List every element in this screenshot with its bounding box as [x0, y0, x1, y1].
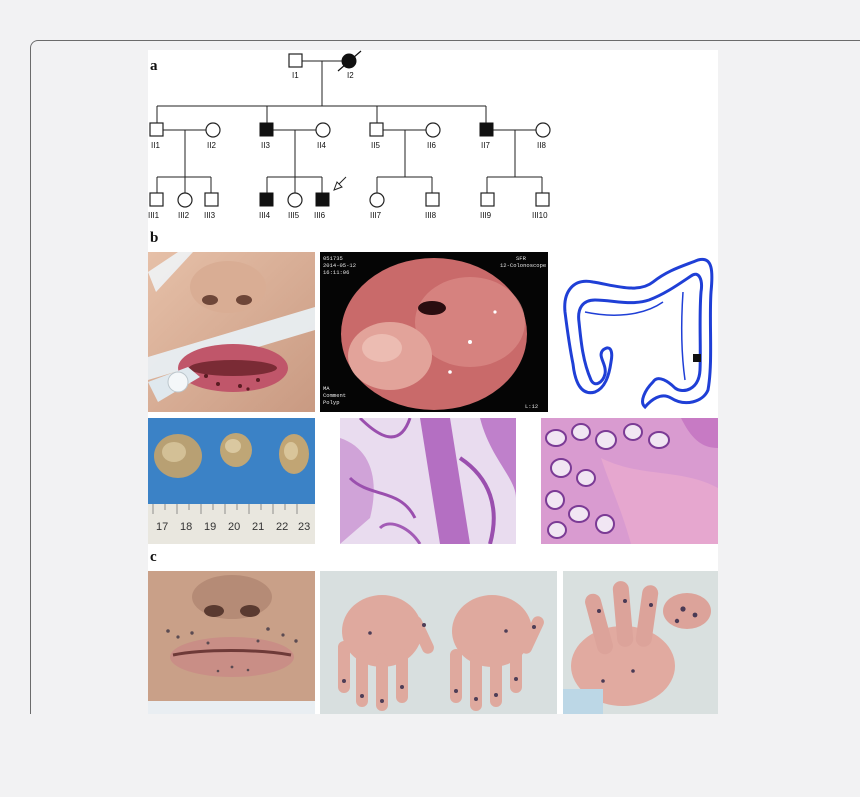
pedigree-III10 [535, 192, 550, 207]
pedigree-III2 [177, 192, 193, 208]
pedigree-chart: I1 I2 II1 II2 II3 II4 II5 II6 II7 II8 II… [148, 50, 551, 220]
frame-top-border [38, 40, 860, 41]
pedigree-III7 [369, 192, 385, 208]
polyp-location-marker [693, 354, 701, 362]
label-II7: II7 [481, 141, 490, 150]
endo-overlay-ma: MA [323, 385, 330, 392]
label-III9: III9 [480, 211, 492, 220]
label-III8: III8 [425, 211, 437, 220]
pedigree-II3 [259, 122, 274, 137]
label-II2: II2 [207, 141, 216, 150]
photo-lip-pigmentation [148, 571, 315, 714]
endo-overlay-polyp: Polyp [323, 399, 340, 406]
pedigree-III9 [480, 192, 495, 207]
endo-overlay-id: 051735 [323, 255, 343, 262]
label-II8: II8 [537, 141, 546, 150]
label-III6: III6 [314, 211, 326, 220]
label-II5: II5 [371, 141, 380, 150]
endo-overlay-scope: 12-Colonoscope [500, 262, 546, 269]
label-II4: II4 [317, 141, 326, 150]
pedigree-II6 [425, 122, 441, 138]
ruler-21: 21 [252, 521, 264, 533]
photo-hand-dorsal-pigmentation [563, 571, 718, 714]
label-II3: II3 [261, 141, 270, 150]
endo-overlay-l: L:12 [525, 403, 538, 410]
frame-corner [30, 40, 41, 51]
photo-colonoscopy-polyp: 051735 2014-05-12 16:11:06 SFR 12-Colono… [320, 252, 548, 412]
proband-arrow-icon [333, 176, 347, 191]
pedigree-I1 [288, 53, 303, 68]
ruler-23: 23 [298, 521, 310, 533]
pedigree-II7 [479, 122, 494, 137]
ruler-20: 20 [228, 521, 240, 533]
figure: a I1 I2 II1 II2 II3 II4 II5 II6 II7 II8 … [148, 50, 718, 714]
label-III5: III5 [288, 211, 300, 220]
label-III3: III3 [204, 211, 216, 220]
ruler-17: 17 [156, 521, 168, 533]
label-III2: III2 [178, 211, 190, 220]
ruler-22: 22 [276, 521, 288, 533]
endo-overlay-time: 16:11:06 [323, 269, 349, 276]
pedigree-III1 [149, 192, 164, 207]
pedigree-II4 [315, 122, 331, 138]
ruler-18: 18 [180, 521, 192, 533]
pedigree-III5 [287, 192, 303, 208]
endo-overlay-sfr: SFR [516, 255, 527, 262]
pedigree-III8 [425, 192, 440, 207]
label-III7: III7 [370, 211, 382, 220]
panel-label-c: c [150, 549, 157, 565]
frame-left-border [30, 50, 31, 714]
pedigree-III6 [315, 192, 330, 207]
pedigree-III3 [204, 192, 219, 207]
ruler-19: 19 [204, 521, 216, 533]
histology-image-1 [340, 418, 516, 544]
histology-image-2 [541, 418, 718, 544]
endo-overlay-comment: Comment [323, 392, 346, 399]
pedigree-II8 [535, 122, 551, 138]
photo-excised-polyps: 17 18 19 20 21 22 23 [148, 418, 315, 544]
pedigree-II5 [369, 122, 384, 137]
colon-outline [563, 257, 714, 410]
label-III4: III4 [259, 211, 271, 220]
pedigree-II1 [149, 122, 164, 137]
label-I1: I1 [292, 71, 299, 80]
pedigree-II2 [205, 122, 221, 138]
pedigree-III4 [259, 192, 274, 207]
label-III1: III1 [148, 211, 160, 220]
endo-overlay-date: 2014-05-12 [323, 262, 356, 269]
colon-diagram [553, 252, 718, 412]
panel-label-b: b [150, 230, 159, 246]
label-I2: I2 [347, 71, 354, 80]
label-II6: II6 [427, 141, 436, 150]
photo-lips-with-tape [148, 252, 315, 412]
label-II1: II1 [151, 141, 160, 150]
photo-palms-pigmentation [320, 571, 557, 714]
label-III10: III10 [532, 211, 548, 220]
